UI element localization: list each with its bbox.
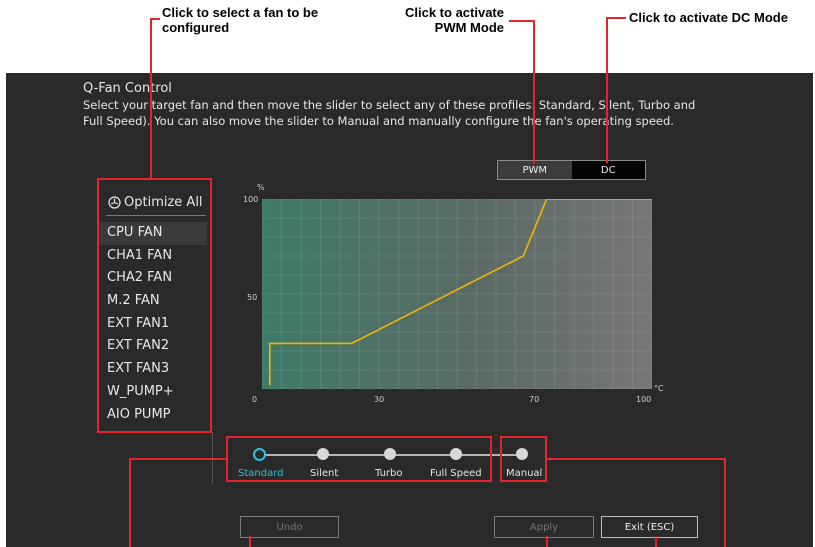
callout-line — [724, 458, 726, 547]
fan-curve-chart[interactable] — [262, 199, 652, 389]
y-unit-label: % — [257, 183, 265, 192]
pwm-mode-button[interactable]: PWM — [498, 161, 572, 179]
x-tick-0: 0 — [252, 395, 258, 404]
callout-line — [150, 18, 152, 179]
mode-toggle: PWM DC — [497, 160, 646, 180]
dc-mode-button[interactable]: DC — [572, 161, 646, 179]
grid — [262, 199, 652, 389]
callout-dc: Click to activate DC Mode — [629, 10, 788, 25]
callout-line — [129, 458, 227, 460]
callout-line — [129, 458, 131, 547]
x-tick-70: 70 — [529, 395, 540, 404]
callout-line — [606, 17, 626, 19]
x-unit-label: °C — [654, 384, 664, 393]
callout-line — [546, 536, 548, 547]
x-tick-100: 100 — [636, 395, 652, 404]
apply-button[interactable]: Apply — [494, 516, 594, 538]
callout-line — [546, 458, 726, 460]
callout-line — [249, 536, 251, 547]
y-tick-50: 50 — [247, 293, 258, 302]
callout-pwm: Click to activate PWM Mode — [405, 5, 504, 35]
undo-button[interactable]: Undo — [240, 516, 339, 538]
callout-line — [150, 18, 160, 20]
callout-line — [655, 536, 657, 547]
callout-box-manual — [500, 436, 547, 482]
x-tick-30: 30 — [374, 395, 385, 404]
callout-line — [509, 20, 535, 22]
exit-button[interactable]: Exit (ESC) — [601, 516, 698, 538]
callout-line — [533, 20, 535, 163]
callout-box-profiles — [226, 436, 492, 482]
y-tick-100: 100 — [243, 195, 259, 204]
callout-box-fan-list — [97, 178, 212, 433]
page-description: Select your target fan and then move the… — [83, 98, 696, 128]
callout-line — [606, 17, 608, 163]
page-title: Q-Fan Control — [83, 81, 172, 96]
callout-select-fan: Click to select a fan to be configured — [162, 5, 319, 35]
